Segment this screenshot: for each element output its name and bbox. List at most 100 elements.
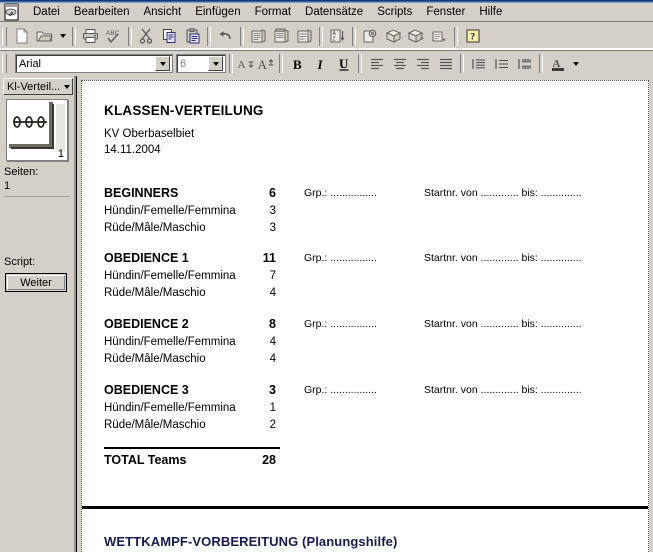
menu-item-einfuegen[interactable]: Einfügen [188,4,247,21]
grp-field-label: Grp.: ................ [304,318,377,330]
startnr-field-label: Startnr. von ............. bis: ........… [424,384,582,396]
text-color-icon[interactable]: A [546,53,569,75]
svg-text:ABC: ABC [106,30,120,37]
next-section-title: WETTKAMPF-VORBEREITUNG (Planungshilfe) [104,534,398,549]
menu-item-format[interactable]: Format [248,4,298,21]
align-left-icon[interactable] [365,53,388,75]
menu-item-fenster[interactable]: Fenster [419,4,472,21]
line-spacing-1-5-icon[interactable] [490,53,513,75]
grp-field-label: Grp.: ................ [304,187,377,199]
line-spacing-single-icon[interactable] [467,53,490,75]
toolbar-grip[interactable] [2,26,7,46]
font-name-combo[interactable]: Arial [15,54,173,73]
spellcheck-abc-icon[interactable]: ABC [102,25,125,47]
decrease-font-size-icon[interactable]: A [236,53,256,75]
section-detail-row: Rüde/Mâle/Maschio 2 [104,419,624,436]
layout-new-icon[interactable] [382,25,405,47]
section-name: BEGINNERS [104,186,179,200]
open-folder-icon[interactable] [33,25,56,47]
line-spacing-double-icon[interactable] [513,53,536,75]
undo-arrow-icon[interactable] [214,25,237,47]
cut-scissors-icon[interactable] [135,25,158,47]
toolbar-separator [358,54,362,73]
toolbar-separator [72,26,76,46]
script-gear-icon[interactable] [359,25,382,47]
toolbar-separator [229,54,233,73]
section-break-rule [82,506,648,509]
toolbar-separator [279,54,283,73]
layout-selector-value: Kl-Verteil... [7,80,61,93]
menu-item-hilfe[interactable]: Hilfe [472,4,509,21]
paste-clipboard-icon[interactable] [181,25,204,47]
menu-item-bearbeiten[interactable]: Bearbeiten [67,4,137,21]
page-thumbnail[interactable]: 1 [6,99,68,161]
detail-value: 2 [269,419,276,431]
align-justify-icon[interactable] [434,53,457,75]
detail-value: 4 [269,353,276,365]
toolbar-separator [319,26,323,46]
print-icon[interactable] [79,25,102,47]
event-date: 14.11.2004 [104,144,161,156]
italic-icon[interactable]: I [309,53,332,75]
section-obedience-2: OBEDIENCE 2 8 Grp.: ................ Sta… [104,317,624,370]
font-size-combo[interactable]: 6 [176,54,226,73]
section-count: 6 [269,186,276,200]
text-color-dropdown-arrow-icon[interactable] [569,53,582,75]
pages-count: 1 [4,180,11,192]
layout-duplicate-icon[interactable] [405,25,428,47]
detail-label: Hündin/Femelle/Femmina [104,205,236,217]
menu-item-datei[interactable]: Datei [26,4,67,21]
increase-font-size-icon[interactable]: A [256,53,276,75]
menu-item-datensaetze[interactable]: Datensätze [298,4,370,21]
layout-side-panel: Kl-Verteil... 1 Seiten: 1 Script: Weiter [0,76,76,552]
chevron-down-icon[interactable] [155,56,170,71]
section-header-row: OBEDIENCE 3 3 Grp.: ................ Sta… [104,383,624,402]
show-all-records-icon[interactable] [270,25,293,47]
sort-az-icon[interactable]: A Z [326,25,349,47]
layout-edit-icon[interactable] [428,25,451,47]
bold-icon[interactable]: B [286,53,309,75]
section-count: 3 [269,383,276,397]
section-name: OBEDIENCE 2 [104,317,189,331]
total-row: TOTAL Teams 28 [104,453,404,472]
chevron-down-icon[interactable] [208,56,223,71]
align-center-icon[interactable] [388,53,411,75]
toolbar-separator [454,26,458,46]
section-detail-row: Hündin/Femelle/Femmina 3 [104,205,624,222]
menu-item-scripts[interactable]: Scripts [370,4,419,21]
find-records-icon[interactable] [247,25,270,47]
toolbar-grip[interactable] [2,54,7,73]
omit-records-icon[interactable] [293,25,316,47]
detail-label: Hündin/Femelle/Femmina [104,270,236,282]
weiter-button-label: Weiter [20,276,52,289]
menu-bar: Datei Bearbeiten Ansicht Einfügen Format… [0,3,653,22]
new-file-icon[interactable] [10,25,33,47]
menu-item-ansicht[interactable]: Ansicht [136,4,188,21]
weiter-button[interactable]: Weiter [5,273,67,292]
open-dropdown-arrow-icon[interactable] [56,25,69,47]
detail-value: 3 [269,222,276,234]
standard-toolbar: ABC A Z ? [0,23,653,50]
total-separator-rule [104,447,280,449]
detail-label: Rüde/Mâle/Maschio [104,419,206,431]
thumbnail-page-number: 1 [57,148,64,160]
section-beginners: BEGINNERS 6 Grp.: ................ Start… [104,186,624,239]
total-value: 28 [262,453,276,467]
align-right-icon[interactable] [411,53,434,75]
database-document-icon[interactable] [2,3,22,21]
svg-text:A: A [238,59,246,71]
section-name: OBEDIENCE 3 [104,383,189,397]
copy-icon[interactable] [158,25,181,47]
detail-label: Hündin/Femelle/Femmina [104,402,236,414]
detail-value: 1 [269,402,276,414]
chevron-down-icon[interactable] [61,84,72,89]
underline-icon[interactable]: U [332,53,355,75]
layout-selector-combo[interactable]: Kl-Verteil... [3,78,73,95]
help-question-icon[interactable]: ? [461,25,484,47]
total-label: TOTAL Teams [104,453,187,467]
page-title: KLASSEN-VERTEILUNG [104,103,264,118]
section-count: 11 [262,251,276,265]
grp-field-label: Grp.: ................ [304,252,377,264]
section-count: 8 [269,317,276,331]
grp-field-label: Grp.: ................ [304,384,377,396]
